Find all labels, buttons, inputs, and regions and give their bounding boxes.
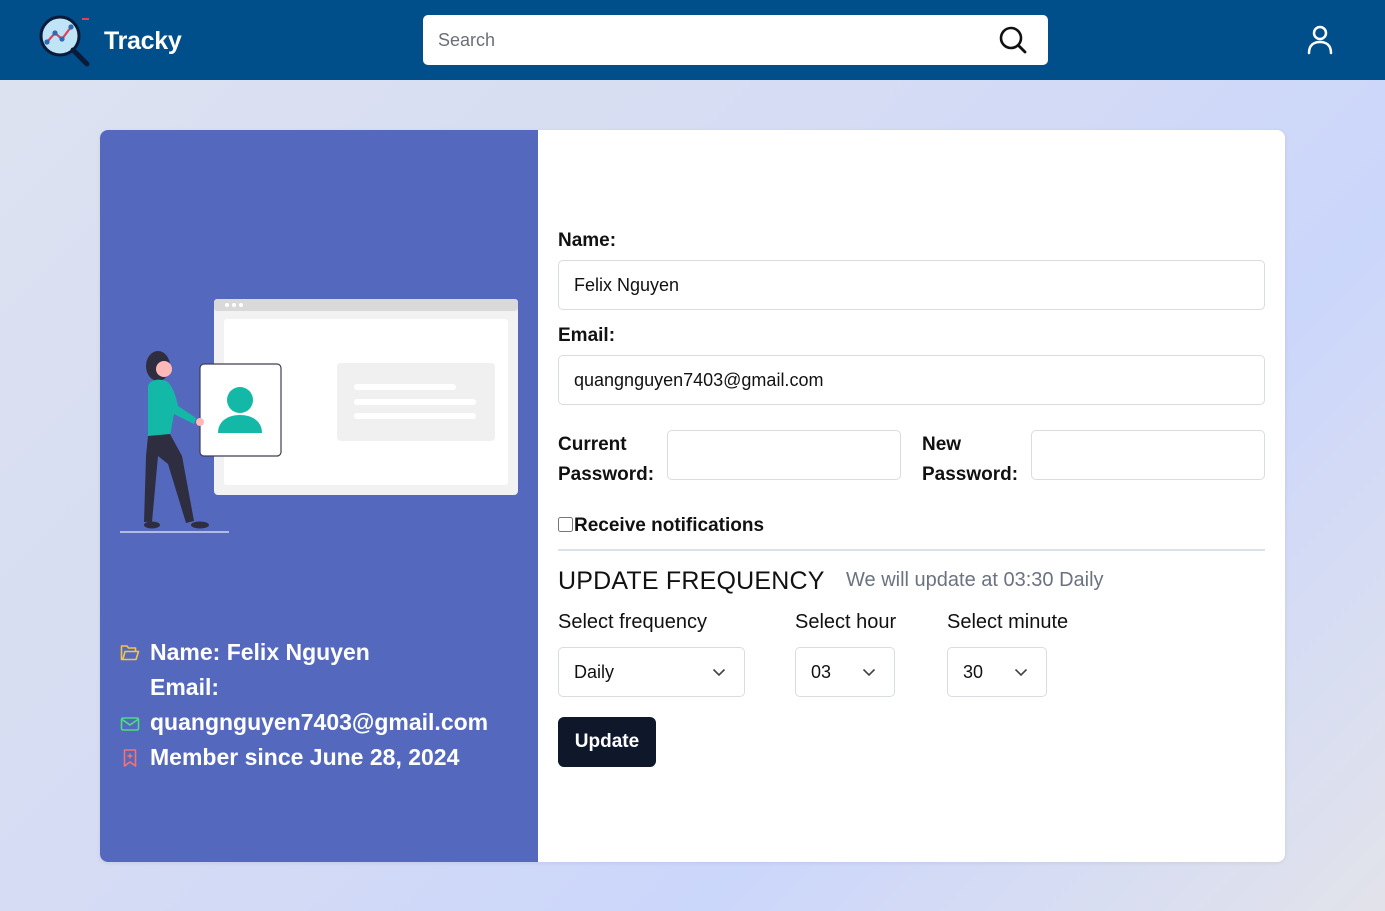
current-password-label: Current Password:: [558, 430, 654, 490]
email-input[interactable]: [558, 355, 1265, 405]
new-password-input[interactable]: [1031, 430, 1265, 480]
profile-name-text: Name: Felix Nguyen: [150, 639, 370, 665]
search-input[interactable]: [423, 15, 998, 65]
update-button[interactable]: Update: [558, 717, 656, 767]
brand[interactable]: Tracky: [38, 14, 182, 68]
top-navbar: Tracky: [0, 0, 1385, 80]
update-frequency-title: UPDATE FREQUENCY: [558, 567, 825, 595]
profile-email-label: Email:: [150, 674, 220, 700]
current-password-label-line2: Password:: [558, 464, 655, 485]
name-label: Name:: [558, 230, 617, 251]
edit-profile-form: Name: Email: Current Password: New Passw…: [558, 130, 1265, 862]
app-name[interactable]: Tracky: [104, 27, 182, 56]
new-password-label-line1: New: [922, 434, 962, 455]
chevron-down-icon: [712, 668, 726, 676]
profile-info: Name: Felix Nguyen Email: quangnguyen740…: [120, 635, 520, 775]
new-password-label: New Password:: [922, 430, 1018, 490]
profile-name-row: Name: Felix Nguyen: [120, 635, 520, 670]
minute-select[interactable]: 30: [947, 647, 1047, 697]
frequency-select[interactable]: Daily: [558, 647, 745, 697]
new-password-label-line2: Password:: [922, 464, 1019, 485]
profile-illustration: [120, 299, 518, 533]
profile-member-row: Member since June 28, 2024: [120, 740, 520, 775]
user-account-icon[interactable]: [1306, 25, 1334, 55]
search-icon[interactable]: [998, 25, 1028, 55]
hour-select[interactable]: 03: [795, 647, 895, 697]
hour-select-value: 03: [811, 661, 832, 682]
update-schedule-note: We will update at 03:30 Daily: [846, 569, 1104, 591]
chevron-down-icon: [862, 668, 876, 676]
notifications-label: Receive notifications: [574, 515, 765, 536]
profile-email-row: Email: quangnguyen7403@gmail.com: [120, 670, 520, 740]
current-password-input[interactable]: [667, 430, 901, 480]
profile-email-value: quangnguyen7403@gmail.com: [150, 709, 489, 735]
folder-icon: [120, 645, 140, 661]
email-label: Email:: [558, 325, 616, 346]
mail-icon: [120, 717, 140, 731]
chevron-down-icon: [1014, 668, 1028, 676]
search-bar: [423, 15, 1048, 65]
select-minute-label: Select minute: [947, 611, 1069, 633]
bookmark-icon: [123, 749, 137, 767]
tracky-logo-icon: [39, 15, 90, 67]
profile-summary-panel: Name: Felix Nguyen Email: quangnguyen740…: [100, 130, 538, 862]
select-hour-label: Select hour: [795, 611, 897, 633]
name-input[interactable]: [558, 260, 1265, 310]
profile-member-since: Member since June 28, 2024: [150, 744, 460, 770]
profile-card: Name: Felix Nguyen Email: quangnguyen740…: [100, 130, 1285, 862]
select-frequency-label: Select frequency: [558, 611, 707, 633]
current-password-label-line1: Current: [558, 434, 627, 455]
minute-select-value: 30: [963, 661, 984, 682]
notifications-checkbox[interactable]: [558, 517, 573, 532]
section-divider: [558, 549, 1265, 551]
frequency-select-value: Daily: [574, 661, 615, 682]
